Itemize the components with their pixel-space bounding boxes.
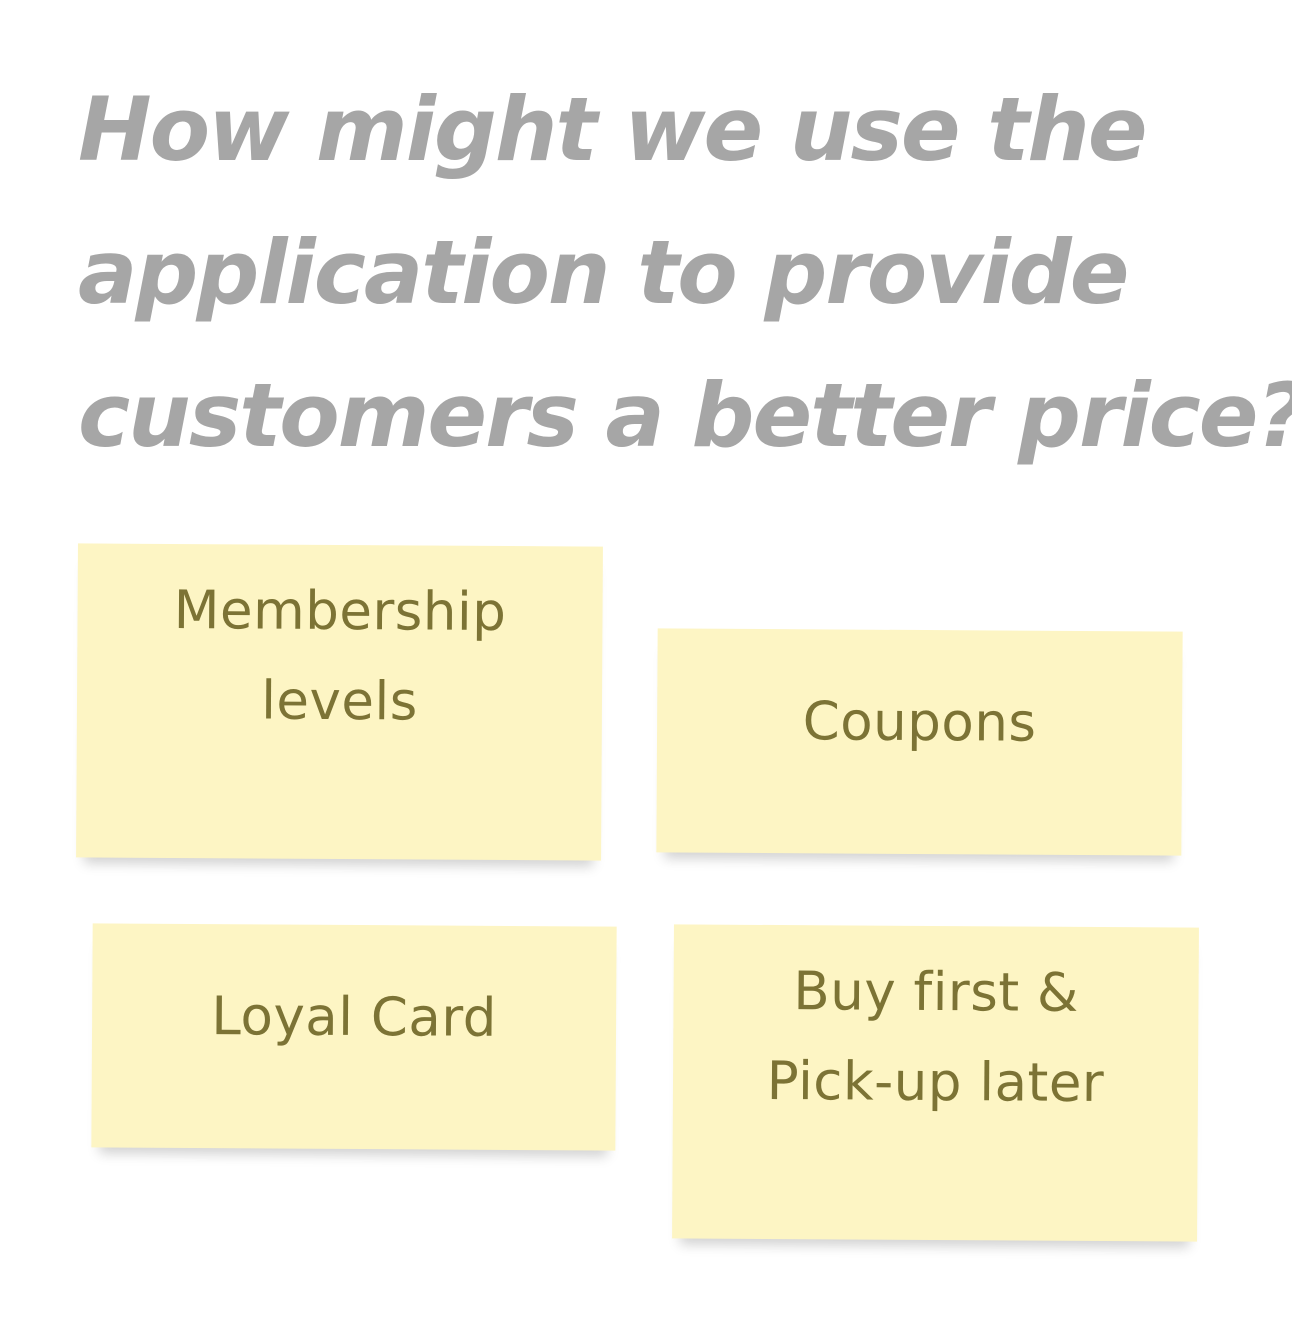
sticky-note-text: Loyal Card [211, 986, 498, 1049]
question-line: How might we use the [78, 78, 1148, 181]
sticky-note-text: Membership [173, 579, 507, 644]
sticky-note-text: Coupons [802, 691, 1037, 754]
sticky-note-buy-first-pick-up-later[interactable]: Buy first & Pick-up later [672, 924, 1199, 1242]
sticky-note-text: Buy first & [793, 961, 1079, 1024]
sticky-note-loyal-card[interactable]: Loyal Card [91, 923, 617, 1151]
sticky-note-membership-levels[interactable]: Membership levels [76, 543, 603, 861]
sticky-note-text: levels [260, 670, 419, 733]
question-title: How might we use the application to prov… [78, 58, 1292, 487]
sticky-note-coupons[interactable]: Coupons [656, 628, 1183, 856]
question-line: application to provide [78, 221, 1129, 324]
sticky-note-text: Pick-up later [766, 1050, 1105, 1115]
question-line: customers a better price? [78, 364, 1292, 467]
